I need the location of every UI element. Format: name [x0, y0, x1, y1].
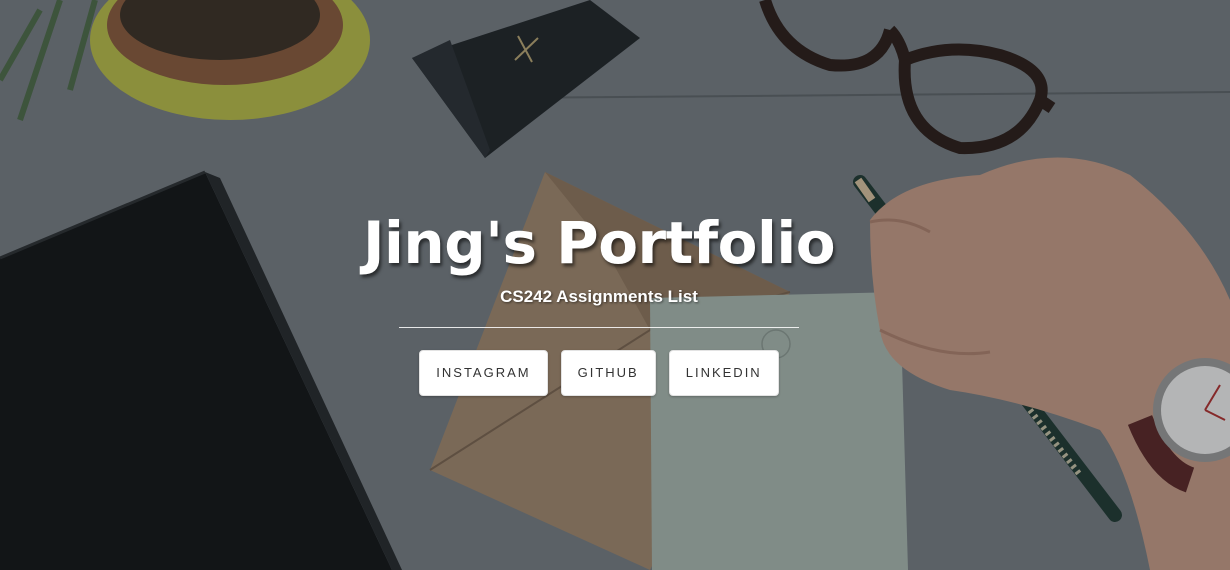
github-button[interactable]: GITHUB: [560, 350, 656, 396]
instagram-button[interactable]: INSTAGRAM: [419, 350, 548, 396]
social-links: INSTAGRAM GITHUB LINKEDIN: [0, 350, 1198, 396]
title-divider: [399, 327, 799, 328]
page-title: Jing's Portfolio: [362, 209, 836, 277]
linkedin-button[interactable]: LINKEDIN: [668, 350, 779, 396]
page-subtitle: CS242 Assignments List: [500, 287, 698, 306]
hero-content: Jing's Portfolio CS242 Assignments List …: [0, 205, 1198, 396]
hero-section: Jing's Portfolio CS242 Assignments List …: [0, 0, 1230, 570]
